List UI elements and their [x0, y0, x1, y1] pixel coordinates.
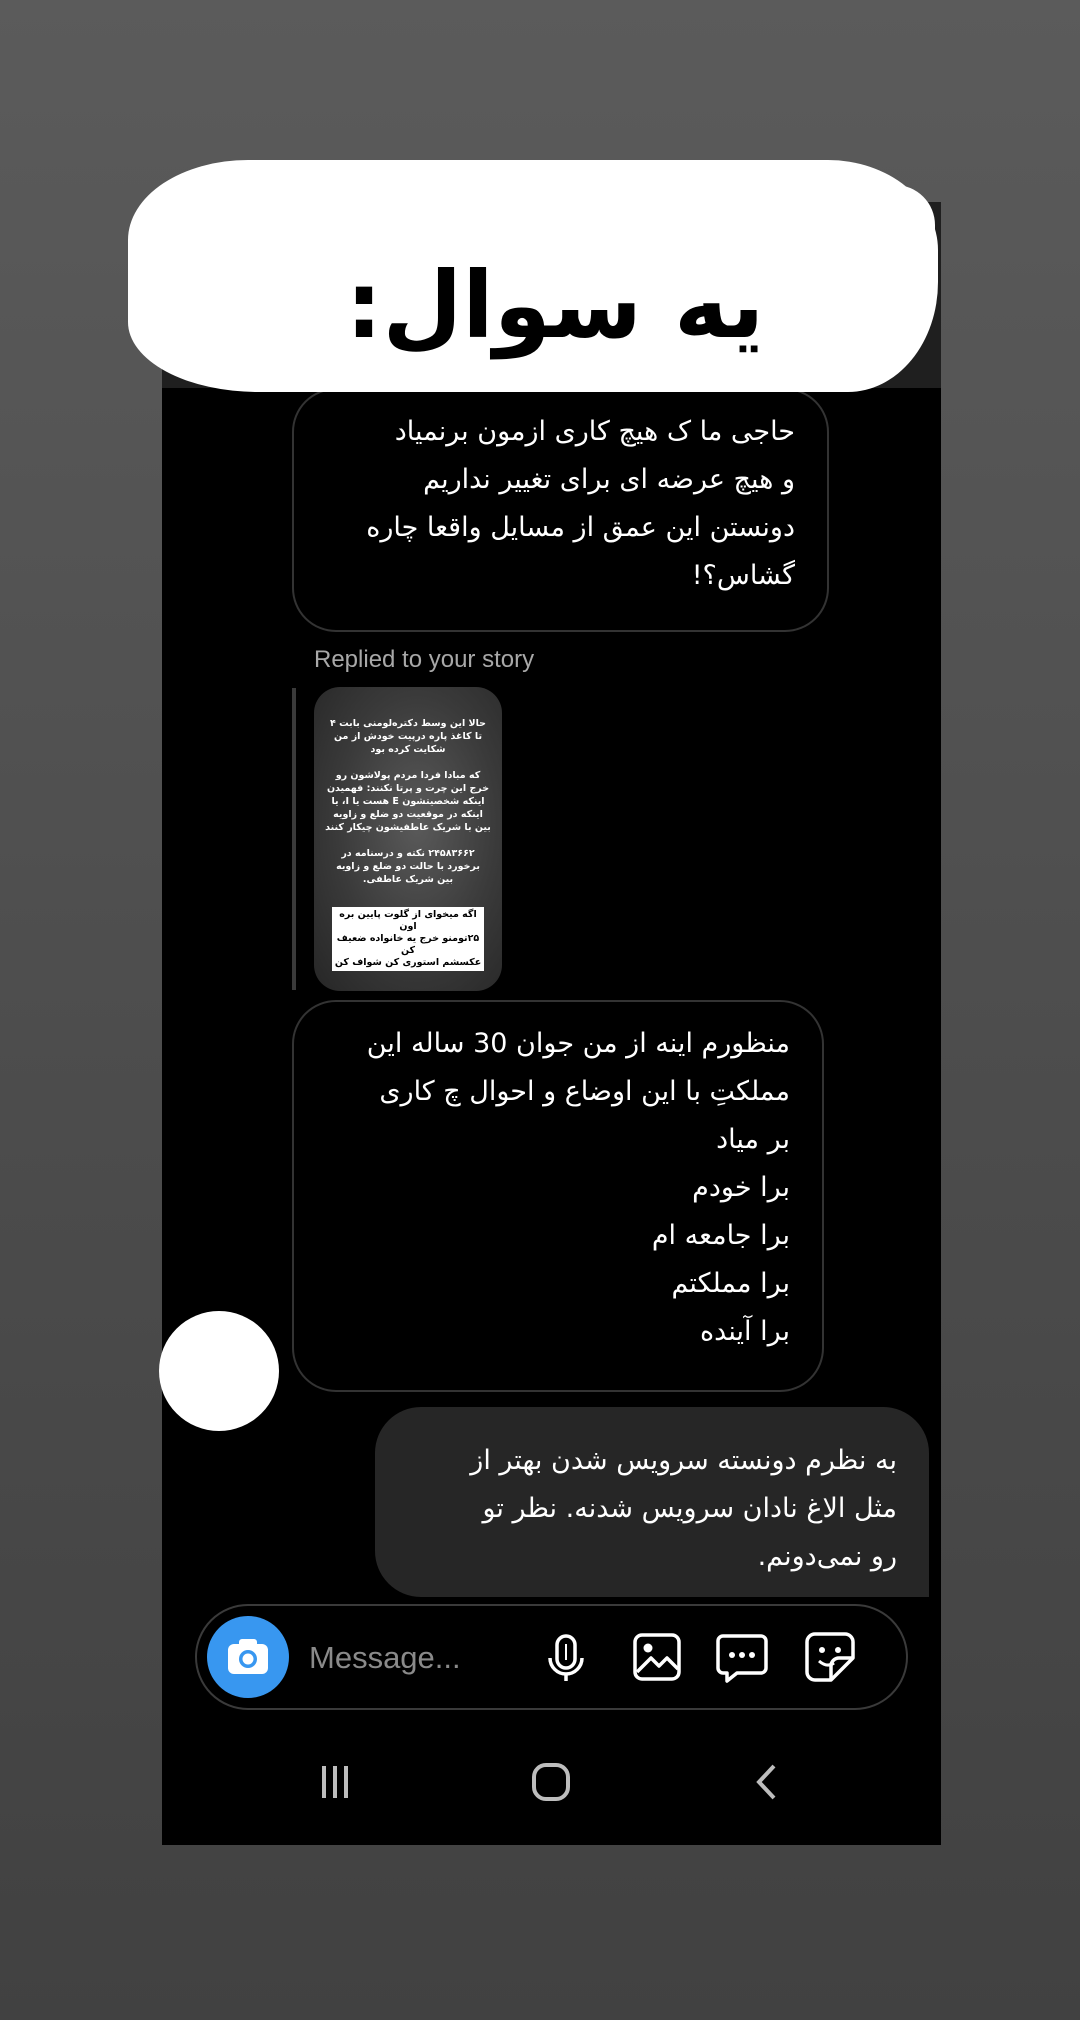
message-bubble-incoming-1[interactable]: حاجی ما ک هیچ کاری ازمون برنمیاد و هیچ ع… — [292, 388, 829, 632]
recent-apps-icon[interactable] — [315, 1762, 355, 1802]
white-scribble-overlay-right — [820, 185, 935, 335]
story-thumbnail-text: حالا این وسط دکتره‌لومنی بابت ۴ تا کاغذ … — [325, 718, 491, 885]
microphone-icon[interactable] — [537, 1628, 595, 1686]
white-dot-overlay — [159, 1311, 279, 1431]
home-icon[interactable] — [531, 1762, 571, 1802]
message-input[interactable] — [307, 1631, 551, 1685]
message-bubble-incoming-2[interactable]: منظورم اینه از من جوان 30 ساله این مملکت… — [292, 1000, 824, 1392]
message-composer — [195, 1604, 908, 1710]
message-bubble-outgoing[interactable]: به نظرم دونسته سرویس شدن بهتر از مثل الا… — [375, 1407, 929, 1597]
chat-bubble-icon[interactable] — [713, 1628, 771, 1686]
story-thumbnail-highlight: اگه میخوای از گلوت پایین بره اون ۲۵تومنو… — [332, 907, 484, 971]
sticker-icon[interactable] — [801, 1628, 859, 1686]
story-thumbnail[interactable]: حالا این وسط دکتره‌لومنی بابت ۴ تا کاغذ … — [314, 687, 502, 991]
gallery-icon[interactable] — [628, 1628, 686, 1686]
phone-screen: حاجی ما ک هیچ کاری ازمون برنمیاد و هیچ ع… — [162, 202, 941, 1845]
replied-to-story-label: Replied to your story — [314, 646, 535, 673]
story-reply-bar — [292, 688, 296, 990]
overlay-title: یه سوال: — [345, 252, 765, 359]
back-icon[interactable] — [747, 1762, 787, 1802]
camera-icon — [228, 1639, 268, 1674]
camera-button[interactable] — [207, 1616, 289, 1698]
